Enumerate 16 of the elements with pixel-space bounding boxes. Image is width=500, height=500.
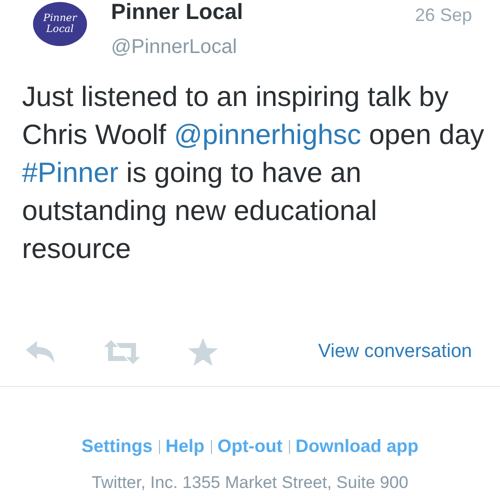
star-icon[interactable]: [188, 338, 218, 366]
tweet-text: Just listened to an inspiring talk by Chris Woolf @pinnerhighsc open day #Pinner is going to have an outstanding new educational resource: [21, 80, 486, 266]
footer-link[interactable]: Help: [166, 433, 205, 460]
account-handle[interactable]: @PinnerLocal: [111, 36, 244, 58]
mention-link[interactable]: @pinnerhighsc: [174, 119, 362, 150]
footer-link[interactable]: Settings: [82, 433, 153, 460]
view-conversation-link[interactable]: View conversation: [318, 338, 472, 366]
avatar[interactable]: Pinner Local: [33, 2, 87, 46]
tweet-date: 26 Sep: [414, 4, 472, 27]
reply-icon[interactable]: [26, 341, 56, 363]
footer-link[interactable]: Download app: [296, 433, 418, 460]
hashtag-link[interactable]: #Pinner: [22, 157, 119, 188]
retweet-icon[interactable]: [104, 340, 140, 364]
footer-link[interactable]: Opt-out: [218, 433, 282, 460]
account-name[interactable]: Pinner Local: [111, 0, 244, 24]
company-address: Twitter, Inc. 1355 Market Street, Suite 900: [90, 472, 410, 494]
